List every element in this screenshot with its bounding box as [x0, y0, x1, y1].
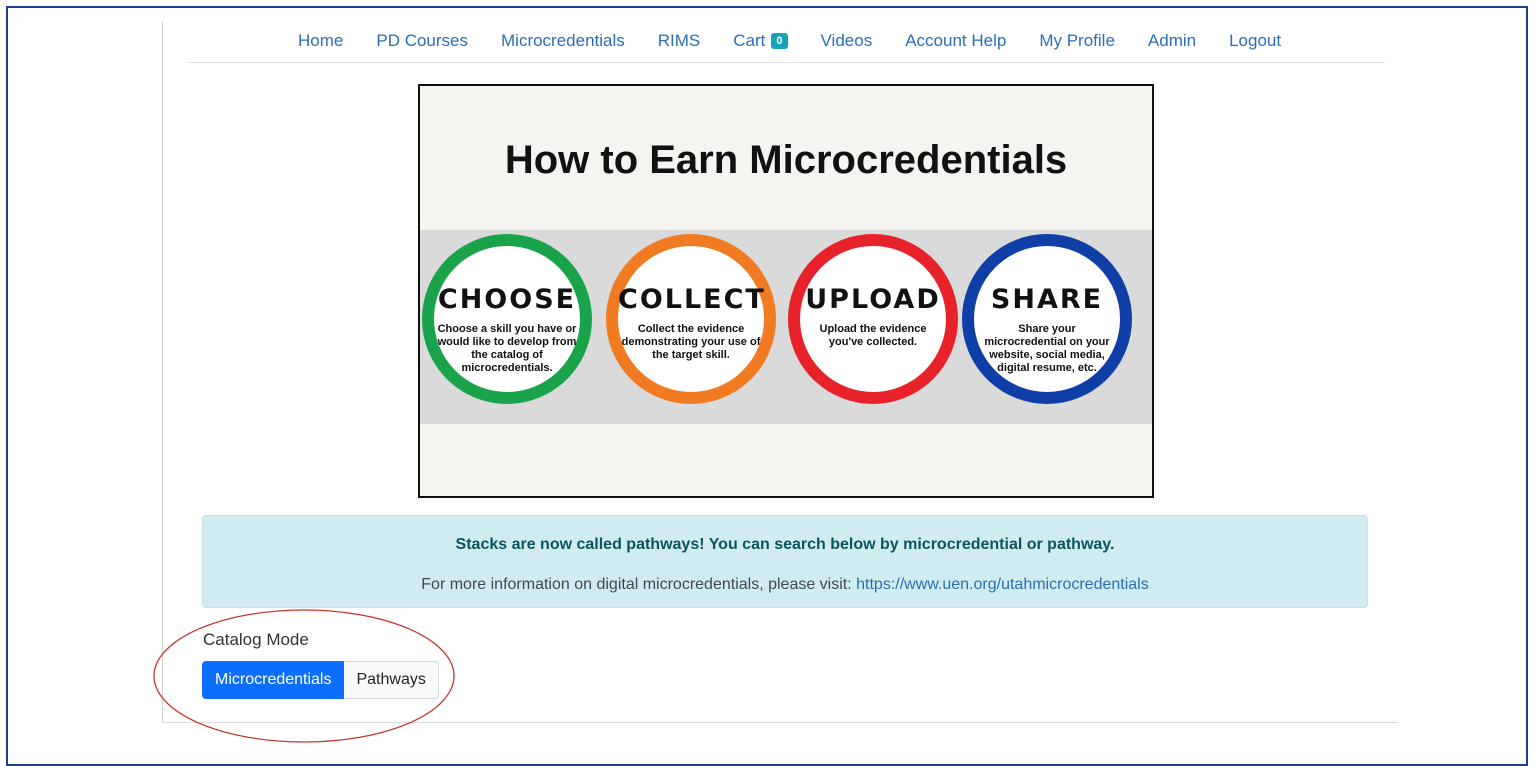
- content-left-border: [162, 22, 163, 722]
- nav-my-profile[interactable]: My Profile: [1039, 31, 1115, 51]
- top-navigation: Home PD Courses Microcredentials RIMS Ca…: [187, 22, 1385, 63]
- nav-microcredentials-label: Microcredentials: [501, 31, 625, 50]
- nav-home-label: Home: [298, 31, 344, 50]
- nav-logout[interactable]: Logout: [1229, 31, 1281, 51]
- step-collect-description: Collect the evidence demonstrating your …: [621, 323, 761, 361]
- nav-microcredentials[interactable]: Microcredentials: [501, 31, 625, 51]
- nav-pd-courses-label: PD Courses: [376, 31, 468, 50]
- nav-videos[interactable]: Videos: [821, 31, 873, 51]
- alert-info-line: For more information on digital microcre…: [203, 576, 1367, 594]
- alert-heading: Stacks are now called pathways! You can …: [455, 536, 1115, 553]
- nav-pd-courses[interactable]: PD Courses: [376, 31, 468, 51]
- nav-home[interactable]: Home: [298, 31, 343, 51]
- step-collect-title: COLLECT: [618, 284, 766, 315]
- nav-videos-label: Videos: [820, 31, 873, 50]
- pathways-mode-button[interactable]: Pathways: [344, 661, 439, 699]
- nav-rims-label: RIMS: [657, 31, 701, 50]
- microcredentials-mode-button[interactable]: Microcredentials: [202, 661, 345, 699]
- step-choose-description: Choose a skill you have or would like to…: [437, 323, 577, 374]
- step-collect: COLLECT Collect the evidence demonstrati…: [606, 234, 776, 404]
- nav-account-help-label: Account Help: [905, 31, 1007, 50]
- nav-cart-label: Cart: [733, 31, 766, 50]
- step-share: SHARE Share your microcredential on your…: [962, 234, 1132, 404]
- step-choose: CHOOSE Choose a skill you have or would …: [422, 234, 592, 404]
- step-upload: UPLOAD Upload the evidence you've collec…: [788, 234, 958, 404]
- uen-microcredentials-link[interactable]: https://www.uen.org/utahmicrocredentials: [856, 576, 1149, 593]
- infographic-title: How to Earn Microcredentials: [504, 138, 1068, 182]
- step-share-description: Share your microcredential on your websi…: [984, 323, 1110, 374]
- step-upload-title: UPLOAD: [805, 284, 941, 315]
- nav-admin[interactable]: Admin: [1148, 31, 1196, 51]
- step-upload-description: Upload the evidence you've collected.: [819, 323, 927, 348]
- nav-cart[interactable]: Cart 0: [733, 31, 788, 51]
- info-alert: Stacks are now called pathways! You can …: [202, 515, 1368, 608]
- alert-info-text: For more information on digital microcre…: [421, 576, 857, 593]
- nav-admin-label: Admin: [1147, 31, 1197, 50]
- nav-list: Home PD Courses Microcredentials RIMS Ca…: [298, 31, 1314, 51]
- nav-logout-label: Logout: [1229, 31, 1282, 50]
- content-bottom-border: [162, 722, 1398, 723]
- how-to-earn-infographic: How to Earn Microcredentials CHOOSE Choo…: [418, 84, 1154, 498]
- step-choose-title: CHOOSE: [437, 284, 577, 315]
- nav-my-profile-label: My Profile: [1039, 31, 1115, 50]
- catalog-mode-label: Catalog Mode: [203, 630, 309, 649]
- nav-rims[interactable]: RIMS: [658, 31, 701, 51]
- cart-count-badge: 0: [771, 33, 788, 49]
- catalog-mode-toggle: Microcredentials Pathways: [202, 661, 439, 699]
- step-share-title: SHARE: [990, 284, 1104, 315]
- nav-account-help[interactable]: Account Help: [905, 31, 1006, 51]
